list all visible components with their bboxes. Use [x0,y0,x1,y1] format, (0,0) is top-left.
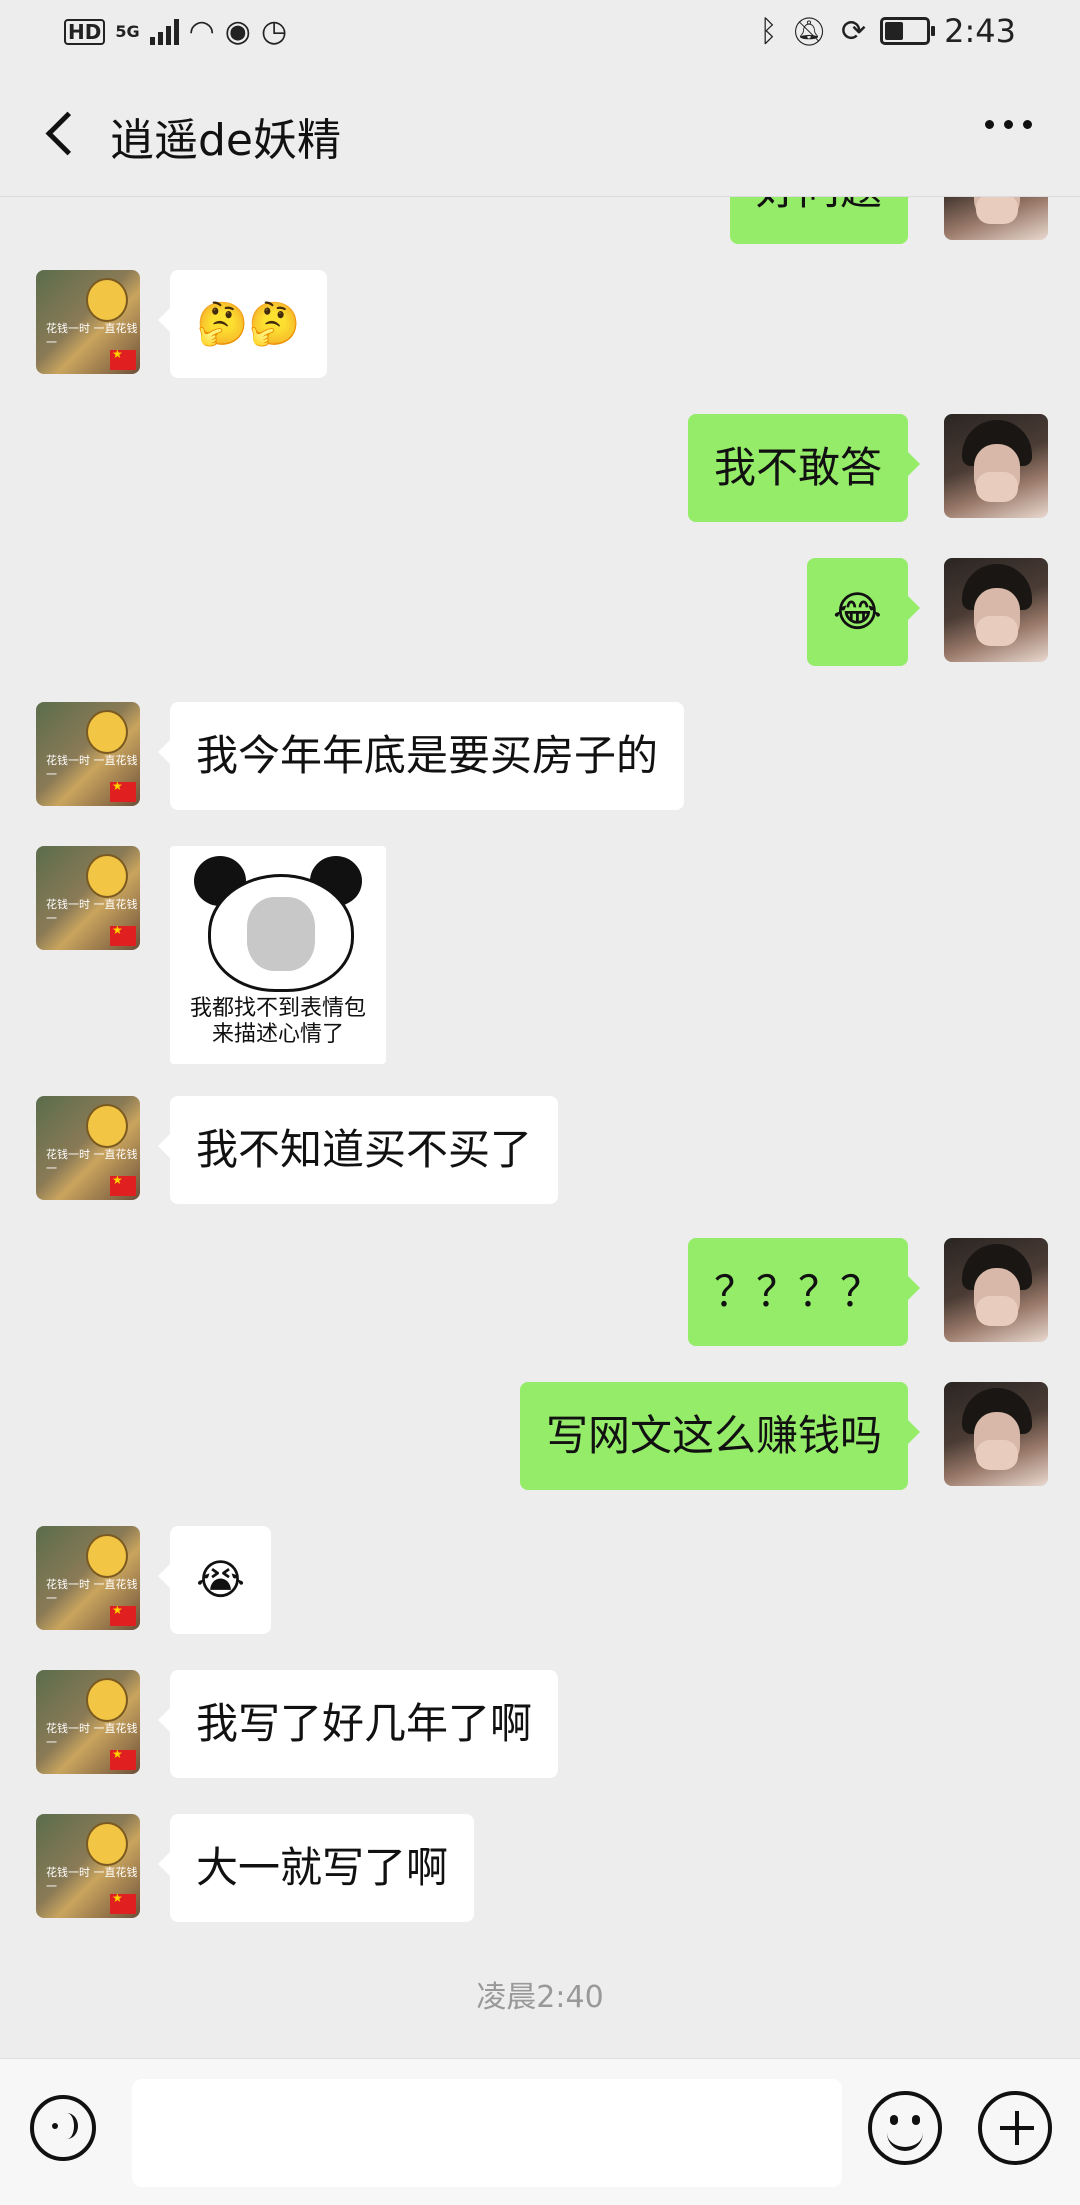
chat-header: 逍遥de妖精 [0,66,1080,197]
signal-icon [149,18,179,45]
emoji-content: 😂 [832,587,882,636]
message-bubble[interactable]: 写网文这么赚钱吗 [519,1382,921,1490]
message-bubble[interactable]: 🤔🤔 [158,270,327,378]
eye-icon: ◉ [224,14,251,49]
avatar[interactable] [944,1238,1048,1342]
hd-icon: HD [64,18,106,45]
avatar[interactable]: 花钱一时 一直花钱一 [36,1814,140,1918]
alarm-icon: ◷ [260,14,288,49]
panda-sticker[interactable]: 我都找不到表情包 来描述心情了 [170,846,386,1064]
message-input[interactable] [132,2079,842,2187]
message-bubble[interactable]: 我不敢答 [687,414,921,522]
voice-icon[interactable] [30,2095,96,2161]
avatar[interactable]: 花钱一时 一直花钱一 [36,846,140,950]
message-bubble[interactable]: 我今年年底是要买房子的 [157,702,685,810]
message-bubble[interactable]: 好问题 [729,196,921,244]
rotation-icon: ⟳ [841,13,867,49]
message-bubble[interactable]: 我不知道买不买了 [157,1096,559,1204]
message-bubble[interactable]: ？？？？ [687,1238,921,1346]
message-timestamp: 凌晨2:40 [476,1980,604,2015]
message-bubble[interactable]: 😂 [806,558,921,666]
battery-icon [880,17,936,45]
status-bar: HD 5G ◠ ◉ ◷ ᛒ 🔕︎ ⟳ 2:43 [0,0,1080,66]
bluetooth-icon: ᛒ [759,13,778,49]
emoji-content: 🤔🤔 [196,299,301,348]
status-left: HD 5G ◠ ◉ ◷ [64,14,287,49]
sticker-caption: 我都找不到表情包 来描述心情了 [189,996,366,1047]
status-time: 2:43 [944,12,1016,50]
message-bubble[interactable]: 我写了好几年了啊 [157,1670,559,1778]
emoji-icon[interactable] [868,2091,942,2165]
avatar[interactable]: 花钱一时 一直花钱一 [36,702,140,806]
chat-area[interactable]: 好问题 花钱一时 一直花钱一 🤔🤔 我不敢答 😂 花钱一时 一直花钱一 我今年年… [0,196,1080,2046]
chevron-left-icon[interactable] [34,102,86,162]
wifi-icon: ◠ [188,14,215,49]
avatar[interactable] [944,196,1048,240]
chat-title: 逍遥de妖精 [110,115,341,166]
avatar[interactable]: 花钱一时 一直花钱一 [36,1096,140,1200]
more-dots-icon[interactable] [985,120,1032,129]
avatar[interactable]: 花钱一时 一直花钱一 [36,1526,140,1630]
avatar[interactable] [944,414,1048,518]
panda-face-image [194,856,362,992]
avatar[interactable]: 花钱一时 一直花钱一 [36,270,140,374]
plus-icon[interactable] [978,2091,1052,2165]
emoji-content: 😭 [196,1555,246,1604]
status-right: ᛒ 🔕︎ ⟳ 2:43 [759,12,1016,50]
input-bar [0,2058,1080,2205]
network-type: 5G [115,22,140,41]
mute-icon: 🔕︎ [791,14,827,48]
battery-level [885,22,904,40]
message-bubble[interactable]: 大一就写了啊 [157,1814,475,1922]
avatar[interactable]: 花钱一时 一直花钱一 [36,1670,140,1774]
avatar[interactable] [944,558,1048,662]
avatar[interactable] [944,1382,1048,1486]
message-bubble[interactable]: 😭 [157,1526,272,1634]
